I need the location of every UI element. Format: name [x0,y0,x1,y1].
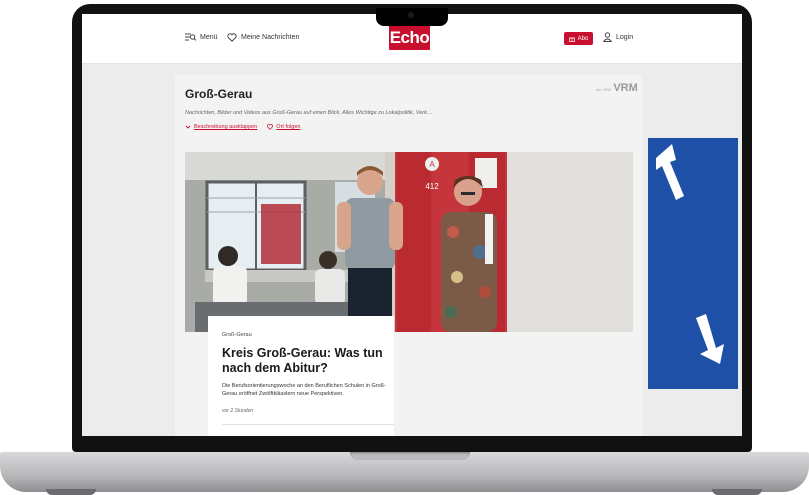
camera-icon [408,12,414,18]
heart-icon [267,124,274,130]
article-card[interactable]: Groß-Gerau Kreis Groß-Gerau: Was tun nac… [208,316,394,436]
expand-description-link[interactable]: Beschreibung ausklappen [185,124,257,130]
my-news-button[interactable]: Meine Nachrichten [227,33,299,42]
vrm-prefix: ein VRM [596,87,612,92]
article-kicker: Groß-Gerau [222,332,252,338]
menu-search-icon [185,33,196,41]
user-icon [603,32,612,42]
vrm-mark: VRM [613,82,638,94]
article-headline[interactable]: Kreis Groß-Gerau: Was tun nach dem Abitu… [222,346,392,376]
article-teaser: Die Berufsorientierungswoche an den Beru… [222,383,386,397]
follow-location-link[interactable]: Ort folgen [267,124,300,130]
arrow-icon [656,144,724,364]
laptop-foot-left [46,489,96,495]
follow-location-label: Ort folgen [276,124,301,130]
location-section: Groß-Gerau ein VRM VRM Nachrichten, Bild… [175,74,642,436]
echo-logo[interactable]: Echo [389,25,430,50]
screen: Menü Meine Nachrichten Echo Abo Login Gr… [82,14,742,436]
description-actions: Beschreibung ausklappen Ort folgen [185,124,300,130]
my-news-label: Meine Nachrichten [241,34,300,41]
article-time: vor 2 Stunden [222,408,254,414]
gift-icon [568,37,575,42]
photo-illustration: A 412 [185,152,633,332]
menu-button[interactable]: Menü [185,33,218,42]
menu-label: Menü [200,34,218,41]
ad-banner[interactable] [648,138,738,389]
page-title: Groß-Gerau [185,87,253,101]
login-button[interactable]: Login [603,32,633,42]
laptop-foot-right [712,489,762,495]
laptop-base-groove [350,452,470,460]
door-letter: A [429,160,435,169]
heart-icon [227,33,237,42]
login-label: Login [616,33,634,41]
chevron-down-icon [185,125,191,129]
expand-description-label: Beschreibung ausklappen [194,124,258,130]
article-photo[interactable]: A 412 [185,152,633,332]
abo-button[interactable]: Abo [564,32,593,45]
door-number: 412 [425,182,439,191]
abo-label: Abo [577,35,589,42]
page-description: Nachrichten, Bilder und Videos aus Groß-… [185,110,433,116]
vrm-logo: ein VRM VRM [596,82,638,94]
article-divider [222,424,394,425]
